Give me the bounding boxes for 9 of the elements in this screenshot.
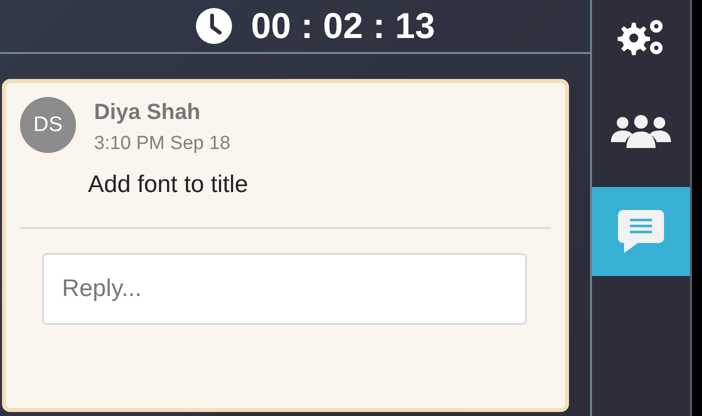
author-name: Diya Shah — [94, 99, 202, 125]
chat-icon — [618, 210, 664, 254]
people-icon — [611, 114, 671, 148]
clock-icon — [194, 7, 233, 45]
timer-text: 00 : 02 : 13 — [250, 5, 436, 47]
avatar: DS — [20, 97, 76, 153]
comment-text: Add font to title — [88, 171, 250, 199]
reply-field[interactable]: Reply... — [42, 253, 527, 325]
timestamp: 3:10 PM Sep 18 — [94, 133, 230, 155]
